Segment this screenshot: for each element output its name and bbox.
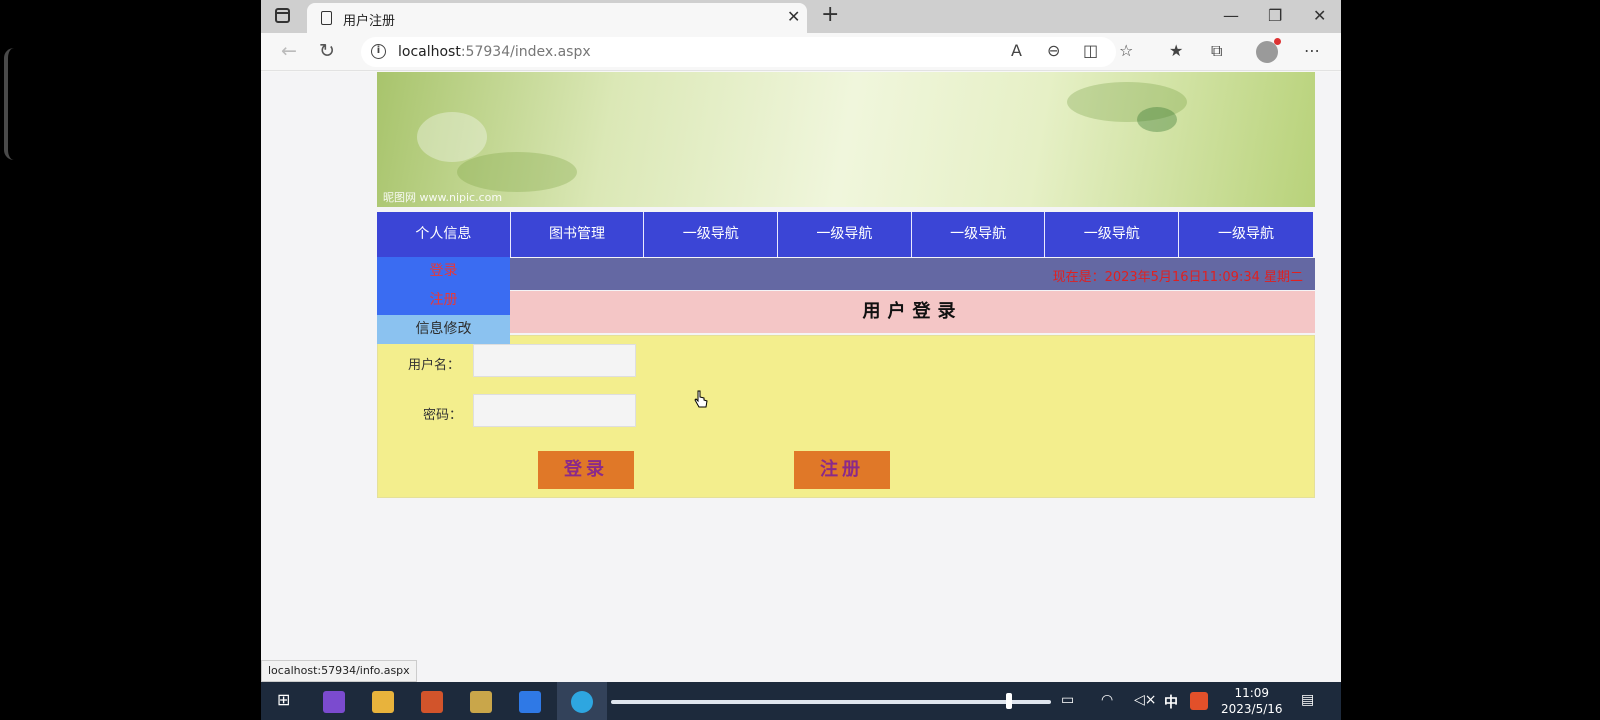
banner-decoration	[457, 152, 577, 192]
taskbar: ⊞ ▭ ◠ ◁× 中 11:09 2023/5/16 ▤	[261, 682, 1341, 720]
start-icon[interactable]: ⊞	[277, 690, 290, 709]
username-input[interactable]	[473, 344, 636, 377]
nav-item-level1[interactable]: 一级导航	[911, 212, 1046, 257]
zoom-out-icon[interactable]: ⊖	[1047, 41, 1060, 60]
battery-icon[interactable]: ▭	[1061, 692, 1074, 708]
nav-item-level1[interactable]: 一级导航	[644, 212, 779, 257]
restore-icon[interactable]: ❐	[1268, 6, 1282, 25]
new-tab-icon[interactable]: +	[821, 2, 839, 27]
url-text[interactable]: localhost:57934/index.aspx	[398, 44, 591, 60]
visual-studio-icon[interactable]	[323, 691, 345, 713]
nav-item-level1[interactable]: 一级导航	[1045, 212, 1180, 257]
username-label: 用户名：	[408, 358, 461, 373]
profile-avatar[interactable]	[1256, 38, 1281, 63]
minimize-icon[interactable]: —	[1223, 6, 1239, 25]
tab-title: 用户注册	[343, 14, 396, 29]
notification-icon[interactable]: ▤	[1301, 692, 1314, 708]
dropdown-item-edit-info[interactable]: 信息修改	[377, 315, 510, 344]
browser-window: 用户注册 ✕ + — ❐ ✕ ← ↻ i localhost:57934/ind…	[261, 0, 1341, 682]
password-input[interactable]	[473, 394, 636, 427]
file-explorer-icon[interactable]	[372, 691, 394, 713]
login-button[interactable]: 登录	[538, 451, 634, 489]
page-viewport: 昵图网 www.nipic.com 个人信息 图书管理 一级导航 一级导航 一级…	[261, 72, 1341, 682]
link-status-bar: localhost:57934/info.aspx	[261, 660, 417, 682]
page-icon	[321, 11, 332, 25]
collections-icon[interactable]: ⧉	[1211, 41, 1222, 61]
banner-decoration	[417, 112, 487, 162]
tools-app-icon[interactable]	[470, 691, 492, 713]
header-banner: 昵图网 www.nipic.com	[377, 72, 1315, 207]
banner-watermark: 昵图网 www.nipic.com	[383, 191, 503, 204]
tab-actions-icon[interactable]	[275, 8, 290, 23]
password-label: 密码：	[423, 408, 463, 423]
login-form: 用户名： 密码： 登录 注册	[377, 335, 1315, 498]
speaker-muted-icon[interactable]: ◁×	[1134, 692, 1157, 708]
dropdown-item-login[interactable]: 登录	[377, 257, 510, 286]
edge-taskbar-item[interactable]	[557, 682, 607, 720]
volume-slider-track[interactable]	[611, 700, 1051, 704]
dropdown-item-register[interactable]: 注册	[377, 286, 510, 315]
main-nav: 个人信息 图书管理 一级导航 一级导航 一级导航 一级导航 一级导航	[377, 212, 1313, 257]
clock-date: 2023/5/16	[1221, 702, 1283, 716]
nav-item-book-management[interactable]: 图书管理	[510, 212, 645, 257]
favorites-icon[interactable]: ★	[1169, 41, 1183, 60]
volume-slider-thumb[interactable]	[1006, 693, 1012, 709]
screen: 用户注册 ✕ + — ❐ ✕ ← ↻ i localhost:57934/ind…	[0, 0, 1600, 720]
page-title-bar: 用户登录	[510, 291, 1315, 333]
clock-time: 11:09	[1234, 686, 1270, 700]
ime-indicator[interactable]: 中	[1164, 692, 1178, 712]
app-icon[interactable]	[519, 691, 541, 713]
page-title: 用户登录	[862, 301, 963, 322]
site-info-icon[interactable]: i	[371, 44, 386, 59]
url-path: :57934/index.aspx	[460, 44, 591, 60]
clock-bar: 现在是：2023年5月16日11:09:34 星期二	[510, 258, 1315, 290]
sogou-ime-icon[interactable]	[1190, 692, 1208, 710]
url-host: localhost	[398, 44, 461, 60]
taskbar-clock[interactable]: 11:09 2023/5/16	[1221, 685, 1283, 717]
split-screen-icon[interactable]: ◫	[1083, 41, 1098, 60]
close-window-icon[interactable]: ✕	[1313, 6, 1326, 25]
current-time-text: 现在是：2023年5月16日11:09:34 星期二	[1052, 270, 1303, 285]
wifi-icon[interactable]: ◠	[1101, 692, 1113, 708]
tab-bar: 用户注册 ✕ + — ❐ ✕	[261, 0, 1341, 33]
active-tab[interactable]: 用户注册 ✕	[307, 3, 807, 33]
more-menu-icon[interactable]: ⋯	[1304, 41, 1320, 60]
register-button[interactable]: 注册	[794, 451, 890, 489]
nav-item-level1[interactable]: 一级导航	[778, 212, 912, 257]
powerpoint-icon[interactable]	[421, 691, 443, 713]
banner-decoration	[1137, 107, 1177, 132]
read-aloud-icon[interactable]: A	[1011, 41, 1022, 60]
back-icon[interactable]: ←	[281, 40, 297, 62]
address-bar: ← ↻ i localhost:57934/index.aspx A ⊖ ◫ ☆…	[261, 33, 1341, 71]
tab-close-icon[interactable]: ✕	[787, 7, 800, 26]
screen-edge-artifact	[4, 48, 14, 160]
nav-item-personal-info[interactable]: 个人信息	[377, 212, 511, 257]
add-favorite-icon[interactable]: ☆	[1119, 41, 1133, 60]
refresh-icon[interactable]: ↻	[319, 40, 335, 62]
personal-info-dropdown: 登录 注册 信息修改	[377, 257, 510, 344]
edge-icon	[571, 691, 593, 713]
hand-cursor-icon	[694, 390, 708, 408]
nav-item-level1[interactable]: 一级导航	[1179, 212, 1313, 257]
url-box[interactable]: i localhost:57934/index.aspx	[361, 37, 1116, 67]
